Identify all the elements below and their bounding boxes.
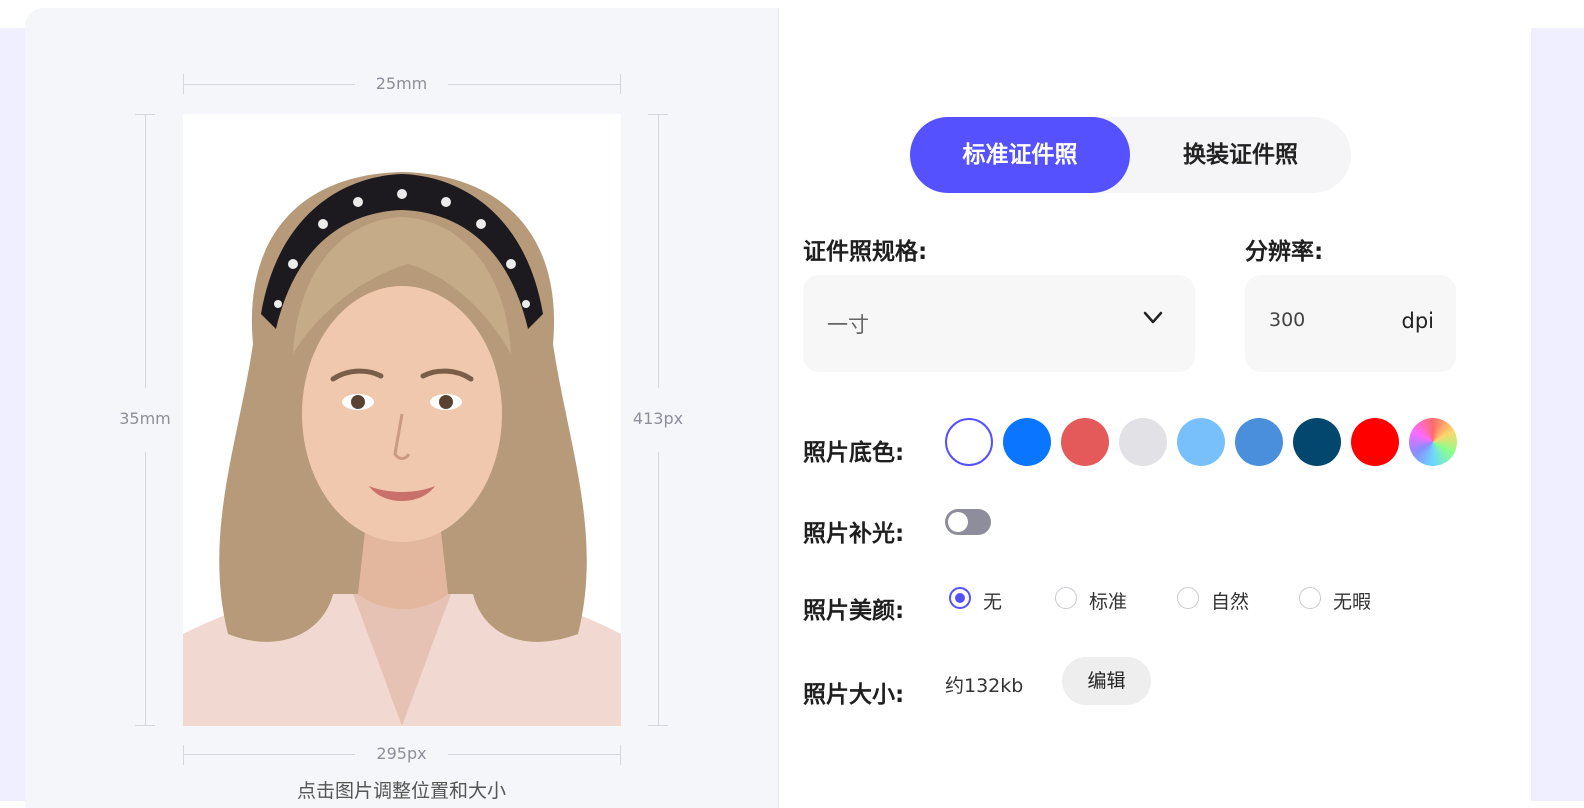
dim-line: [145, 114, 146, 388]
radio-unchecked-icon: [1177, 587, 1199, 609]
dim-line: [183, 84, 355, 85]
dim-tick: [183, 745, 184, 765]
background-color-label: 照片底色:: [803, 440, 905, 466]
dim-line: [658, 114, 659, 388]
swatch-red-light[interactable]: [1061, 418, 1109, 466]
swatch-mid-blue[interactable]: [1235, 418, 1283, 466]
photo-preview-pane: 25mm 35mm 413px 295px 点击图片调整位置和大小: [25, 8, 779, 808]
dim-line: [145, 452, 146, 726]
beauty-label: 照片美颜:: [803, 598, 905, 624]
resolution-input[interactable]: [1269, 309, 1379, 331]
dim-line: [658, 452, 659, 726]
swatch-white[interactable]: [945, 418, 993, 466]
resolution-label: 分辨率:: [1245, 239, 1324, 265]
radio-unchecked-icon: [1055, 587, 1077, 609]
dim-tick: [620, 74, 621, 94]
spec-select-value: 一寸: [827, 313, 869, 337]
tab-outfit-id-photo[interactable]: 换装证件照: [1130, 117, 1351, 193]
dim-line: [448, 754, 620, 755]
width-mm-label: 25mm: [375, 74, 428, 93]
spec-label: 证件照规格:: [803, 239, 928, 265]
dim-tick: [620, 745, 621, 765]
adjust-hint: 点击图片调整位置和大小: [296, 780, 506, 802]
fill-light-label: 照片补光:: [803, 521, 905, 547]
swatch-gray[interactable]: [1119, 418, 1167, 466]
photo-size-value: 约132kb: [945, 675, 1024, 697]
edit-size-button[interactable]: 编辑: [1062, 657, 1151, 705]
toggle-knob: [948, 512, 968, 532]
height-px-label: 413px: [632, 409, 684, 428]
swatch-red[interactable]: [1351, 418, 1399, 466]
beauty-option-label: 无: [983, 591, 1003, 613]
dpi-unit: dpi: [1401, 309, 1435, 333]
tab-standard-id-photo[interactable]: 标准证件照: [910, 117, 1130, 193]
dim-line: [183, 754, 355, 755]
height-mm-label: 35mm: [119, 409, 171, 428]
beauty-option-label: 无暇: [1333, 591, 1372, 613]
radio-checked-icon: [949, 587, 971, 609]
portrait-image: [183, 114, 621, 726]
spec-select[interactable]: 一寸: [803, 275, 1195, 372]
resolution-field: dpi: [1245, 275, 1456, 372]
beauty-option-label: 标准: [1089, 591, 1128, 613]
swatch-blue[interactable]: [1003, 418, 1051, 466]
id-photo-preview[interactable]: [183, 114, 621, 726]
fill-light-toggle[interactable]: [945, 509, 991, 535]
mode-switch: 标准证件照 换装证件照: [910, 117, 1351, 193]
width-px-label: 295px: [376, 744, 427, 763]
chevron-down-icon: [1143, 311, 1163, 324]
custom-color-picker-icon[interactable]: [1409, 418, 1457, 466]
beauty-option-label: 自然: [1211, 591, 1250, 613]
dim-line: [448, 84, 620, 85]
photo-size-label: 照片大小:: [803, 682, 905, 708]
swatch-dark-blue[interactable]: [1293, 418, 1341, 466]
radio-unchecked-icon: [1299, 587, 1321, 609]
swatch-light-blue[interactable]: [1177, 418, 1225, 466]
